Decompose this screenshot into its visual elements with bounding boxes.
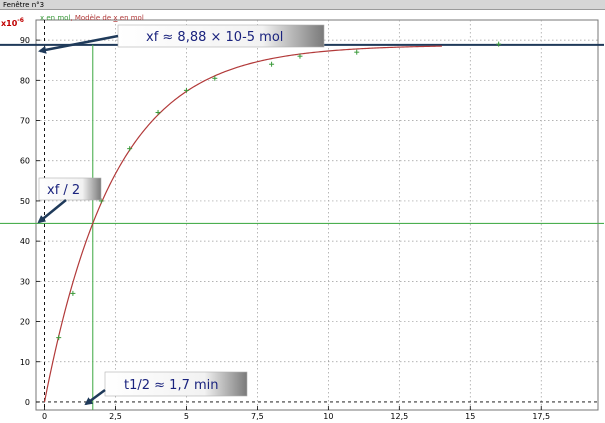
y-scale-label: x10-6 (1, 17, 24, 28)
x-tick-label: 10 (323, 412, 333, 421)
x-tick-label: 15 (465, 412, 475, 421)
callout-thalf: t1/2 ≈ 1,7 min (84, 371, 248, 406)
x-tick-label: 0 (42, 412, 47, 421)
x-tick-label: 12,5 (390, 412, 408, 421)
callout-thalf-text: t1/2 ≈ 1,7 min (124, 378, 219, 393)
y-scale-exp: -6 (17, 17, 24, 24)
data-point (56, 335, 62, 341)
grid (36, 20, 598, 410)
legend-series-model-prefix: Modèle de (75, 14, 114, 22)
x-tick-label: 7,5 (251, 412, 264, 421)
y-tick-label: 0 (25, 398, 30, 407)
y-tick-label: 20 (20, 318, 30, 327)
data-point (155, 109, 161, 115)
data-point (354, 49, 360, 55)
chart[interactable]: 0 2,5 5 7,5 10 12,5 15 17,5 0 10 20 30 40 50 60 70 80 90… (0, 0, 605, 423)
data-points (56, 41, 502, 341)
data-point (269, 61, 275, 67)
plot-frame (35, 19, 599, 411)
legend: x en mol, Modèle de x en mol (40, 14, 144, 22)
callout-xf: xf ≈ 8,88 × 10-5 mol (38, 24, 325, 54)
axes (36, 20, 598, 410)
callout-half: xf / 2 (37, 177, 102, 224)
x-tick-label: 17,5 (532, 412, 550, 421)
callout-xf-text: xf ≈ 8,88 × 10-5 mol (146, 30, 283, 45)
x-ticks: 0 2,5 5 7,5 10 12,5 15 17,5 (42, 406, 550, 421)
y-tick-label: 80 (20, 76, 30, 85)
graph-window: Fenêtre n°3 0 2,5 5 7,5 10 12,5 15 17,5 0 10 20 30… (0, 0, 605, 423)
y-ticks: 0 10 20 30 40 50 60 70 80 90 (20, 36, 40, 407)
y-tick-label: 30 (20, 277, 30, 286)
model-curve (43, 45, 442, 403)
callout-xf-arrow (38, 34, 119, 54)
y-tick-label: 60 (20, 157, 30, 166)
y-tick-label: 70 (20, 117, 30, 126)
x-tick-label: 2,5 (109, 412, 122, 421)
y-tick-label: 50 (20, 197, 30, 206)
legend-series-model-suffix: en mol (118, 14, 144, 22)
callout-half-text: xf / 2 (47, 183, 80, 198)
y-tick-label: 90 (20, 36, 30, 45)
y-scale-base: x10 (1, 19, 18, 28)
legend-series-data: x en mol (40, 14, 70, 22)
y-tick-label: 10 (20, 358, 30, 367)
x-tick-label: 5 (184, 412, 189, 421)
y-tick-label: 40 (20, 237, 30, 246)
callout-half-arrow (37, 199, 67, 224)
data-point (70, 290, 76, 296)
